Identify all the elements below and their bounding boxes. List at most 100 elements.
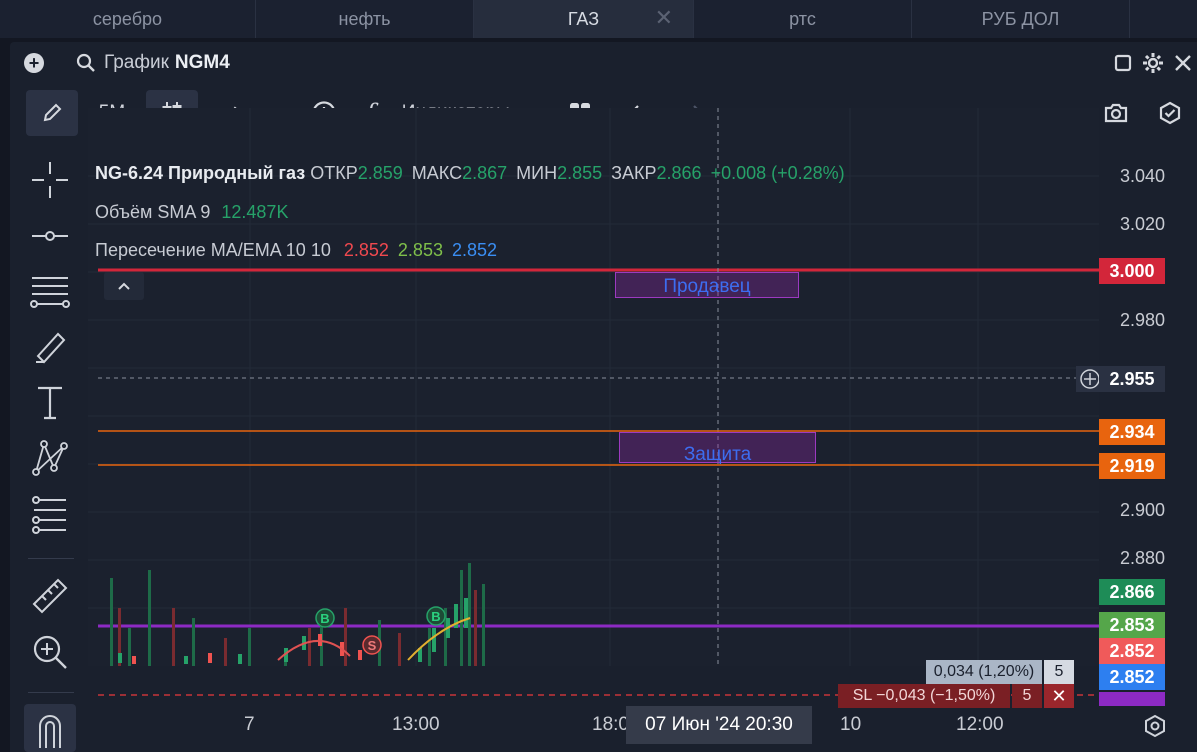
- magnet-icon: [39, 715, 61, 748]
- window-titlebar: + График NGM4: [10, 42, 1197, 86]
- crosshair-tool[interactable]: [24, 156, 76, 204]
- seller-zone-label: Продавец: [663, 276, 751, 297]
- title-prefix: График: [104, 52, 169, 73]
- sell-marker[interactable]: S: [362, 635, 382, 655]
- price-axis[interactable]: 3.040 3.020 2.980 2.900 2.880 3.000 2.95…: [1099, 148, 1177, 710]
- seller-level-price: 3.000: [1099, 258, 1165, 284]
- change-value: +0.008 (+0.28%): [710, 163, 845, 183]
- gear-icon[interactable]: [1142, 52, 1164, 74]
- zoom-tool[interactable]: [24, 628, 76, 676]
- parallel-lines-tool[interactable]: [24, 268, 76, 316]
- volume-value: 12.487K: [221, 202, 289, 222]
- tab-label: ртс: [789, 8, 816, 29]
- tab-gas[interactable]: ГАЗ ✕: [474, 0, 694, 38]
- stop-loss-qty: 5: [1022, 687, 1032, 704]
- magnet-tool[interactable]: [24, 704, 76, 752]
- protection-zone[interactable]: Защита: [619, 432, 816, 465]
- alerts-button[interactable]: [1150, 90, 1190, 136]
- axis-settings-icon[interactable]: [1143, 714, 1167, 738]
- high-label: МАКС: [411, 163, 463, 183]
- buy-marker[interactable]: B: [426, 606, 446, 626]
- price-tick: 2.900: [1119, 500, 1165, 520]
- search-icon[interactable]: [76, 53, 96, 73]
- ma-label: Пересечение MA/EMA 10 10: [95, 240, 331, 260]
- brush-tool[interactable]: [24, 322, 76, 370]
- position-qty-label[interactable]: 5: [1044, 660, 1074, 684]
- buy-marker-label: B: [431, 609, 440, 624]
- stop-loss-label[interactable]: SL −0,043 (−1,50%): [838, 684, 1010, 708]
- toolbar-divider: [28, 692, 74, 693]
- price-tick: 2.880: [1119, 548, 1165, 568]
- volume-legend[interactable]: Объём SMA 9 12.487K: [95, 202, 288, 223]
- low-value: 2.855: [557, 163, 603, 183]
- ma-price-3: 2.852: [1099, 664, 1165, 690]
- camera-icon: [1104, 103, 1128, 123]
- price-tick: 3.020: [1119, 214, 1165, 234]
- ruler-tool[interactable]: [24, 572, 76, 620]
- position-pnl-label[interactable]: 0,034 (1,20%): [926, 660, 1042, 684]
- seller-zone[interactable]: Продавец: [615, 272, 799, 298]
- text-tool[interactable]: [24, 378, 76, 426]
- price-tick: 2.980: [1119, 310, 1165, 330]
- chevron-up-icon: [118, 282, 130, 290]
- draw-button[interactable]: [26, 90, 78, 136]
- time-tick: 13:00: [392, 714, 440, 735]
- time-tick: 7: [244, 714, 255, 735]
- time-tick: 12:00: [956, 714, 1004, 735]
- ma-value-2: 2.853: [397, 240, 443, 260]
- fib-tool[interactable]: [24, 490, 76, 538]
- tab-label: серебро: [92, 8, 163, 29]
- last-price: 2.866: [1099, 579, 1165, 605]
- price-tick: 3.040: [1119, 166, 1165, 186]
- buy-marker[interactable]: B: [315, 608, 335, 628]
- grid-lines: [88, 108, 1099, 666]
- chart-canvas[interactable]: B S B: [88, 108, 1099, 666]
- text-icon: [38, 386, 62, 420]
- horizontal-line-icon: [32, 231, 68, 241]
- collapse-legend-button[interactable]: [104, 272, 144, 300]
- protection-zone-label: Защита: [683, 444, 752, 465]
- ma-value-1: 2.852: [343, 240, 389, 260]
- position-pnl: 0,034 (1,20%): [933, 663, 1035, 680]
- ma-price-1: 2.853: [1099, 612, 1165, 638]
- open-label: ОТКР: [310, 163, 358, 183]
- time-axis[interactable]: 7 13:00 18:0 10 12:00 07 Июн '24 20:30: [88, 706, 1099, 746]
- shield-check-icon: [1159, 101, 1181, 125]
- time-tick: 18:0: [592, 714, 629, 735]
- lines-icon: [30, 277, 70, 308]
- tab-silver[interactable]: серебро: [0, 0, 256, 38]
- buy-marker-label: B: [320, 611, 329, 626]
- close-icon[interactable]: ✕: [655, 5, 673, 31]
- tab-rub-usd[interactable]: РУБ ДОЛ: [912, 0, 1130, 38]
- drawing-toolbar: [10, 146, 92, 752]
- crosshair-add-icon[interactable]: [1076, 366, 1099, 392]
- stop-loss-qty-label[interactable]: 5: [1012, 684, 1042, 708]
- horizontal-line-tool[interactable]: [24, 212, 76, 260]
- close-window-icon[interactable]: [1172, 52, 1194, 74]
- open-value: 2.859: [357, 163, 403, 183]
- ohlc-legend[interactable]: NG-6.24 Природный газ ОТКР2.859 МАКС2.86…: [95, 163, 845, 184]
- level-b-price: 2.919: [1099, 453, 1165, 479]
- screenshot-button[interactable]: [1096, 90, 1136, 136]
- tab-label: ГАЗ: [567, 8, 600, 29]
- window-title[interactable]: График NGM4: [104, 52, 230, 74]
- ma-legend[interactable]: Пересечение MA/EMA 10 10 2.852 2.853 2.8…: [95, 240, 497, 261]
- pattern-icon: [32, 440, 68, 476]
- crosshair-icon: [32, 162, 68, 198]
- tab-rts[interactable]: ртс: [694, 0, 912, 38]
- crosshair-time: 07 Июн '24 20:30: [626, 706, 812, 744]
- ma-value-3: 2.852: [451, 240, 498, 260]
- maximize-icon[interactable]: [1112, 52, 1134, 74]
- level-a-price: 2.934: [1099, 419, 1165, 445]
- pattern-tool[interactable]: [24, 434, 76, 482]
- close-label: ЗАКР: [611, 163, 657, 183]
- add-icon[interactable]: +: [24, 53, 44, 73]
- crosshair-time-text: 07 Июн '24 20:30: [645, 714, 793, 735]
- tab-oil[interactable]: нефть: [256, 0, 474, 38]
- symbol-name: NGM4: [174, 52, 230, 73]
- high-value: 2.867: [462, 163, 508, 183]
- time-tick: 10: [840, 714, 862, 735]
- low-label: МИН: [516, 163, 558, 183]
- instrument-name: NG-6.24 Природный газ: [95, 163, 306, 183]
- cancel-stop-loss-button[interactable]: ✕: [1044, 684, 1074, 708]
